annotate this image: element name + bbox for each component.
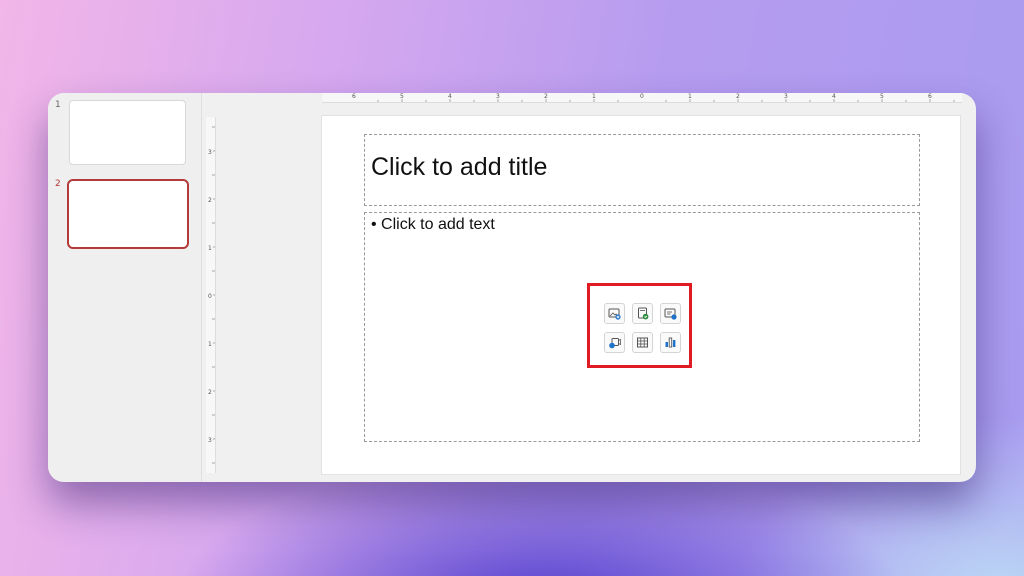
insert-stock-images-icon[interactable]: [632, 303, 653, 324]
slide-thumbnail-2[interactable]: [67, 179, 189, 249]
ruler-label: 0: [208, 293, 212, 300]
insert-chart-icon[interactable]: [660, 332, 681, 353]
ruler-label: 5: [400, 93, 404, 100]
ruler-label: 6: [928, 93, 932, 100]
content-placeholder-text: • Click to add text: [371, 216, 495, 233]
horizontal-ruler: 6 5 4 3 2 1 0 1 2 3 4 5 6: [322, 93, 962, 103]
ruler-label: 1: [208, 341, 212, 348]
ruler-label: 1: [688, 93, 692, 100]
slide-thumbnail-pane: 1 2: [48, 93, 202, 482]
ruler-label: 3: [208, 437, 212, 444]
presentation-window: 1 2 6 5 4 3 2 1 0 1 2 3 4 5 6 3 2 1 0 1 …: [48, 93, 976, 482]
content-placeholder[interactable]: • Click to add text: [364, 212, 920, 442]
ruler-label: 2: [208, 389, 212, 396]
ruler-label: 2: [208, 197, 212, 204]
ruler-label: 3: [784, 93, 788, 100]
insert-picture-icon[interactable]: [604, 303, 625, 324]
slide-canvas[interactable]: Click to add title • Click to add text: [321, 115, 961, 475]
ruler-label: 1: [592, 93, 596, 100]
slide-number-2: 2: [55, 179, 61, 189]
title-placeholder[interactable]: Click to add title: [364, 134, 920, 206]
ruler-label: 5: [880, 93, 884, 100]
insert-content-icons: [604, 303, 681, 353]
ruler-label: 6: [352, 93, 356, 100]
insert-icons-icon[interactable]: [660, 303, 681, 324]
ruler-label: 1: [208, 245, 212, 252]
title-placeholder-text: Click to add title: [371, 153, 548, 181]
insert-video-icon[interactable]: [604, 332, 625, 353]
vertical-ruler: 3 2 1 0 1 2 3: [206, 117, 216, 473]
slide-number-1: 1: [55, 100, 61, 110]
ruler-label: 0: [640, 93, 644, 100]
ruler-label: 4: [448, 93, 452, 100]
ruler-label: 3: [496, 93, 500, 100]
ruler-label: 4: [832, 93, 836, 100]
slide-thumbnail-1[interactable]: [69, 100, 186, 165]
ruler-label: 2: [736, 93, 740, 100]
ruler-label: 3: [208, 149, 212, 156]
insert-table-icon[interactable]: [632, 332, 653, 353]
ruler-label: 2: [544, 93, 548, 100]
insert-icons-highlight: [587, 283, 692, 368]
